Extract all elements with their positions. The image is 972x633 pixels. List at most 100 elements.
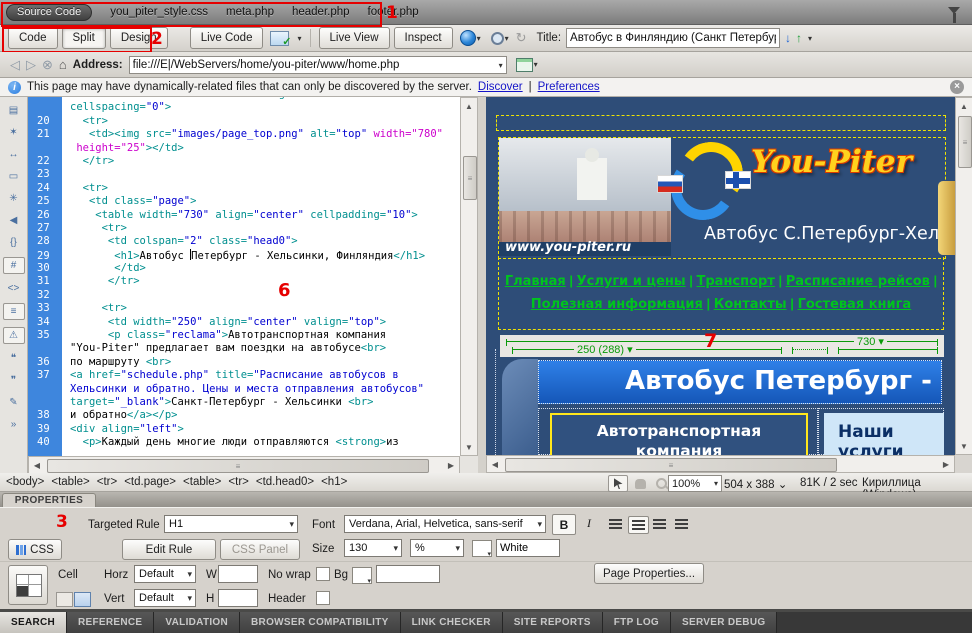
forward-icon[interactable]: ▷ [26, 57, 36, 73]
text-color-swatch[interactable] [472, 540, 492, 557]
live-view-button[interactable]: Live View [319, 27, 390, 49]
panel-tab-browser-compatibility[interactable]: BROWSER COMPATIBILITY [240, 612, 401, 633]
italic-button[interactable]: I [578, 514, 600, 533]
scrollbar-thumb[interactable]: ≡ [505, 458, 837, 472]
scroll-down-icon[interactable]: ▼ [956, 438, 972, 454]
put-file-icon[interactable]: ↑ [796, 31, 802, 45]
tag-selector-item[interactable]: <tr> [97, 476, 117, 488]
code-vertical-scrollbar[interactable]: ▲ ≡ ▼ [460, 97, 478, 456]
tag-selector-item[interactable]: <td.head0> [256, 476, 314, 488]
open-documents-icon[interactable]: ▤ [4, 103, 24, 118]
expand-all-icon[interactable]: ✳ [4, 191, 24, 206]
code-line[interactable]: 38и обратно</a></p> [28, 409, 460, 422]
color-name-input[interactable] [496, 539, 560, 557]
scrollbar-thumb[interactable]: ≡ [47, 459, 429, 473]
code-line[interactable]: 34 <td width="250" align="center" valign… [28, 316, 460, 329]
tag-selector-item[interactable]: <table> [51, 476, 89, 488]
targeted-rule-select[interactable]: H1 [164, 515, 298, 533]
css-panel-button[interactable]: CSS Panel [220, 539, 300, 560]
code-line[interactable]: height="25"></td> [28, 142, 460, 155]
code-line[interactable]: 32 [28, 289, 460, 302]
code-rows[interactable]: <table width="780" border="0" align="cen… [28, 97, 460, 450]
live-code-button[interactable]: Live Code [190, 27, 264, 49]
tag-selector-item[interactable]: <h1> [321, 476, 347, 488]
design-table-row-outline[interactable] [496, 115, 946, 131]
get-file-icon[interactable]: ↓ [785, 31, 791, 45]
code-line[interactable]: "You-Piter" предлагает вам поездки на ав… [28, 342, 460, 355]
stop-icon[interactable]: ⊗ [42, 57, 53, 73]
header-checkbox[interactable] [316, 591, 330, 605]
code-line[interactable]: 27 <tr> [28, 222, 460, 235]
column-width-menu[interactable]: 250 (288) ▾ [574, 343, 636, 356]
design-nav-link[interactable]: Транспорт [697, 274, 775, 289]
panel-tab-server-debug[interactable]: SERVER DEBUG [671, 612, 777, 633]
line-numbers-icon[interactable]: # [3, 257, 25, 274]
align-right-button[interactable] [650, 516, 669, 532]
apply-comment-icon[interactable]: ❝ [4, 351, 24, 366]
collapse-full-tag-icon[interactable]: ↔ [4, 147, 24, 162]
preferences-link[interactable]: Preferences [538, 81, 600, 93]
close-icon[interactable]: × [950, 80, 964, 94]
remove-comment-icon[interactable]: ❞ [4, 373, 24, 388]
design-horizontal-scrollbar[interactable]: ◀ ≡ ▶ [486, 455, 955, 473]
document-title-input[interactable] [566, 28, 780, 48]
code-line[interactable]: 26 <table width="730" align="center" cel… [28, 209, 460, 222]
design-nav-link[interactable]: Контакты [714, 297, 787, 312]
height-input[interactable] [218, 589, 258, 607]
bg-input[interactable] [376, 565, 440, 583]
design-nav-link[interactable]: Расписание рейсов [786, 274, 930, 289]
code-line[interactable]: 23 [28, 168, 460, 181]
design-nav-link[interactable]: Полезная информация [531, 297, 703, 312]
panel-tab-validation[interactable]: VALIDATION [154, 612, 240, 633]
tab-properties[interactable]: PROPERTIES [2, 493, 96, 508]
scroll-right-icon[interactable]: ▶ [443, 457, 459, 473]
code-line[interactable]: 36по маршруту <br> [28, 356, 460, 369]
move-down-icon[interactable]: » [4, 417, 24, 432]
font-select[interactable]: Verdana, Arial, Helvetica, sans-serif [344, 515, 546, 533]
chevron-down-icon[interactable]: ▾ [297, 34, 301, 43]
filter-icon[interactable] [948, 7, 960, 14]
design-promo-block[interactable]: Автотранспортная компания "You-Piter" пр… [550, 413, 808, 455]
highlight-invalid-code-icon[interactable]: <> [4, 281, 24, 296]
code-line[interactable]: 20 <tr> [28, 115, 460, 128]
panel-tab-link-checker[interactable]: LINK CHECKER [401, 612, 503, 633]
design-vertical-scrollbar[interactable]: ▲ ≡ ▼ [955, 97, 972, 455]
edit-rule-button[interactable]: Edit Rule [122, 539, 216, 560]
design-header-image[interactable]: You-Piter Автобус С.Петербург-Хельсинки … [498, 137, 946, 259]
select-parent-tag-icon[interactable]: ◀ [4, 213, 24, 228]
design-nav-link[interactable]: Главная [505, 274, 566, 289]
bg-color-swatch[interactable] [352, 567, 372, 584]
align-left-button[interactable] [606, 516, 625, 532]
word-wrap-icon[interactable]: ≡ [3, 303, 25, 320]
code-line[interactable]: 35 <p class="reclama">Автотранспортная к… [28, 329, 460, 342]
visual-aids-icon[interactable] [491, 32, 504, 45]
css-mode-button[interactable]: CSS [8, 539, 62, 560]
tag-selector-item[interactable]: <td.page> [124, 476, 176, 488]
code-line[interactable]: 21 <td><img src="images/page_top.png" al… [28, 128, 460, 141]
page-properties-button[interactable]: Page Properties... [594, 563, 704, 584]
size-select[interactable]: 130 [344, 539, 402, 557]
hand-tool[interactable] [631, 476, 649, 491]
code-line[interactable]: 30 </td> [28, 262, 460, 275]
panel-tab-search[interactable]: SEARCH [0, 612, 67, 633]
tag-selector-item[interactable]: <table> [183, 476, 221, 488]
tag-selector-item[interactable]: <tr> [228, 476, 248, 488]
balance-braces-icon[interactable]: {} [4, 235, 24, 250]
code-line[interactable]: 29 <h1>Автобус Петербург - Хельсинки, Фи… [28, 249, 460, 262]
scrollbar-thumb[interactable]: ≡ [463, 156, 477, 200]
preview-in-browser-icon[interactable] [460, 30, 476, 46]
panel-tab-ftp-log[interactable]: FTP LOG [603, 612, 671, 633]
select-tool[interactable] [608, 475, 628, 492]
home-icon[interactable]: ⌂ [59, 57, 67, 72]
zoom-level-select[interactable]: 100%▾ [668, 475, 722, 492]
code-line[interactable]: 39<div align="left"> [28, 423, 460, 436]
discover-link[interactable]: Discover [478, 81, 523, 93]
scroll-up-icon[interactable]: ▲ [461, 98, 477, 114]
syntax-error-alerts-icon[interactable]: ⚠ [3, 327, 25, 344]
panel-tab-reference[interactable]: REFERENCE [67, 612, 154, 633]
code-line[interactable]: 28 <td colspan="2" class="head0"> [28, 235, 460, 248]
align-center-button[interactable] [628, 516, 649, 534]
scroll-up-icon[interactable]: ▲ [956, 98, 972, 114]
design-page-heading[interactable]: Автобус Петербург - Хельсинки [538, 360, 942, 404]
scrollbar-thumb[interactable]: ≡ [958, 116, 972, 168]
